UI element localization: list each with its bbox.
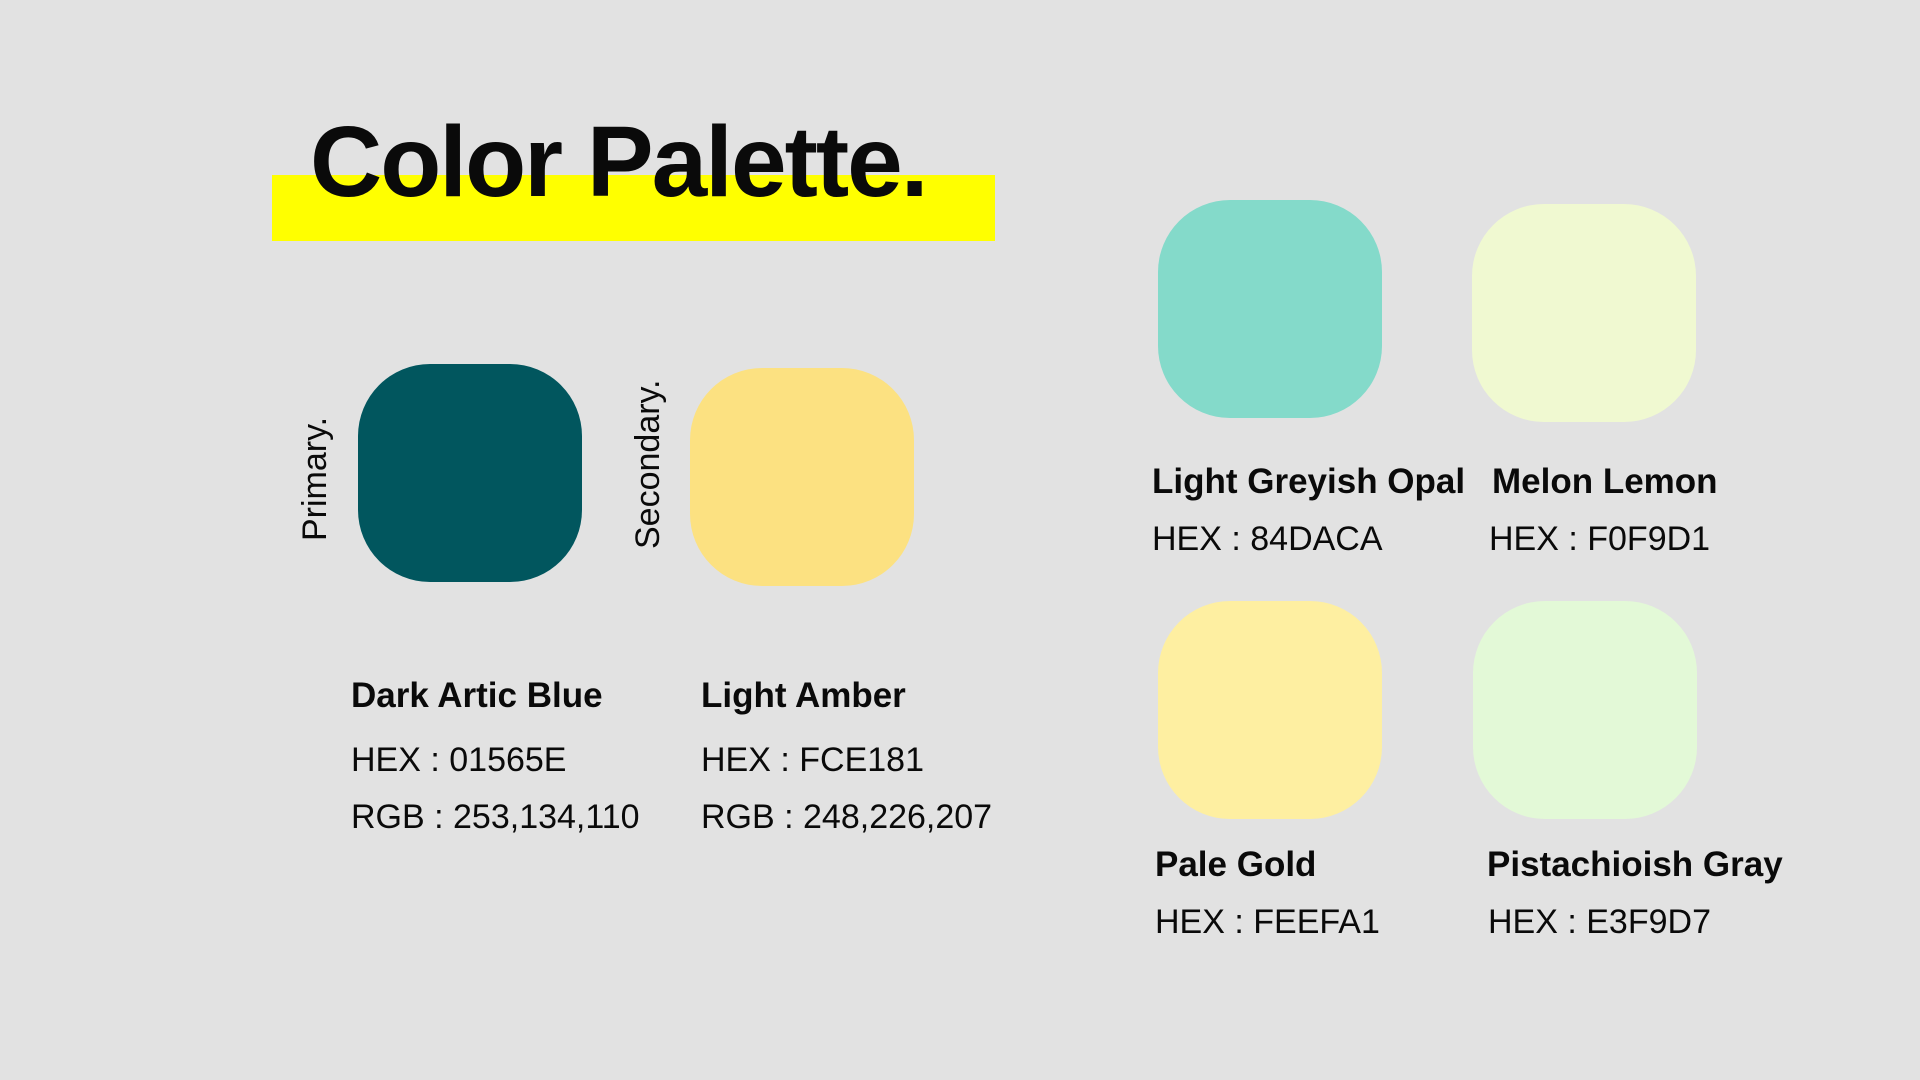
- palette-hex: HEX : E3F9D7: [1488, 903, 1711, 941]
- secondary-swatch: [690, 368, 914, 586]
- palette-slide: Color Palette. Primary. Dark Artic Blue …: [0, 0, 1920, 1080]
- primary-swatch: [358, 364, 582, 582]
- primary-label: Primary.: [296, 416, 334, 541]
- palette-color-name: Light Greyish Opal: [1152, 462, 1466, 501]
- palette-swatch: [1473, 601, 1697, 819]
- palette-swatch: [1472, 204, 1696, 422]
- page-title: Color Palette.: [310, 106, 929, 218]
- secondary-hex: HEX : FCE181: [701, 741, 924, 779]
- palette-color-name: Melon Lemon: [1492, 462, 1718, 501]
- secondary-label: Secondary.: [629, 379, 667, 549]
- secondary-rgb: RGB : 248,226,207: [701, 798, 993, 836]
- palette-hex: HEX : 84DACA: [1152, 520, 1383, 558]
- primary-color-name: Dark Artic Blue: [351, 676, 603, 715]
- palette-swatch: [1158, 200, 1382, 418]
- primary-hex: HEX : 01565E: [351, 741, 567, 779]
- palette-color-name: Pale Gold: [1155, 845, 1317, 884]
- palette-color-name: Pistachioish Gray: [1487, 845, 1783, 884]
- palette-hex: HEX : FEEFA1: [1155, 903, 1380, 941]
- secondary-color-name: Light Amber: [701, 676, 906, 715]
- palette-swatch: [1158, 601, 1382, 819]
- primary-rgb: RGB : 253,134,110: [351, 798, 640, 836]
- palette-hex: HEX : F0F9D1: [1489, 520, 1711, 558]
